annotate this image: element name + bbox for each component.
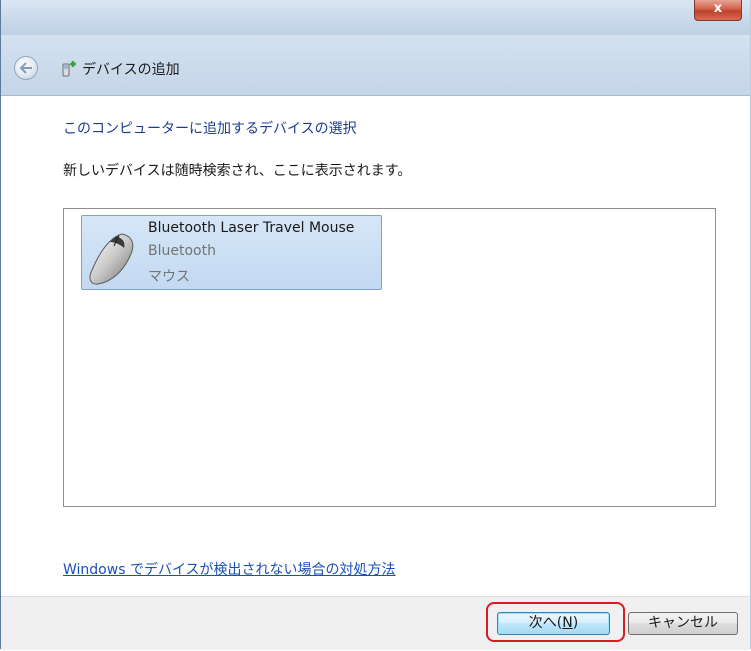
device-type: Bluetooth	[148, 243, 216, 259]
mouse-icon	[89, 233, 134, 285]
section-heading: このコンピューターに追加するデバイスの選択	[63, 121, 357, 137]
title-bar: x	[1, 0, 750, 35]
cancel-button[interactable]: キャンセル	[628, 612, 738, 635]
page-title: デバイスの追加	[82, 62, 180, 78]
back-arrow-icon	[19, 62, 32, 74]
device-category: マウス	[148, 269, 190, 285]
device-list[interactable]: Bluetooth Laser Travel Mouse Bluetooth マ…	[63, 208, 716, 507]
close-button[interactable]: x	[694, 0, 742, 21]
device-item-bluetooth-mouse[interactable]: Bluetooth Laser Travel Mouse Bluetooth マ…	[81, 215, 382, 290]
instruction-text: 新しいデバイスは随時検索され、ここに表示されます。	[63, 163, 412, 179]
next-button[interactable]: 次へ(N)	[497, 612, 610, 635]
back-button[interactable]	[14, 56, 38, 80]
add-device-window: x デバイスの追加 このコンピューターに追加するデバイスの選択 新しいデバイスは…	[0, 0, 751, 650]
add-device-icon	[62, 61, 76, 77]
device-name: Bluetooth Laser Travel Mouse	[148, 220, 355, 236]
troubleshoot-link[interactable]: Windows でデバイスが検出されない場合の対処方法	[63, 559, 396, 579]
content-area: このコンピューターに追加するデバイスの選択 新しいデバイスは随時検索され、ここに…	[1, 96, 750, 596]
footer-bar: 次へ(N) キャンセル	[1, 596, 750, 650]
navigation-bar: デバイスの追加	[1, 35, 750, 96]
